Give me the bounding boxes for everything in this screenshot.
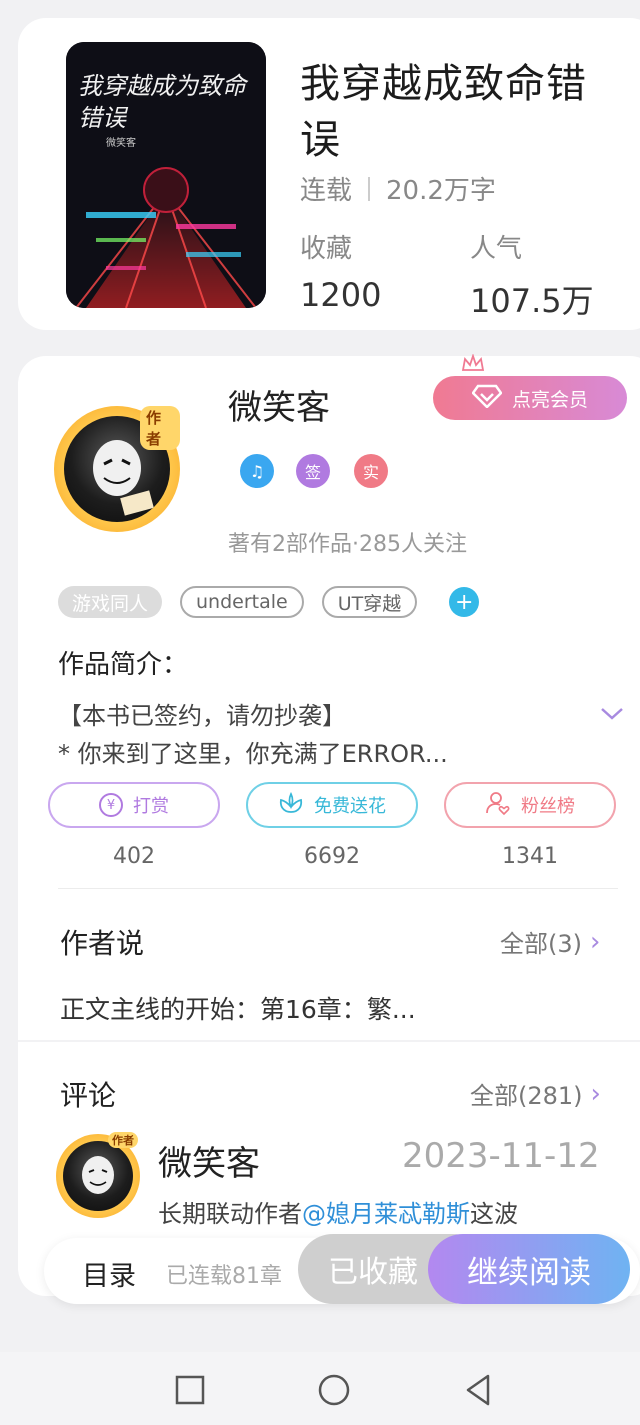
book-info-card: 我穿越成为致命错误 微笑客 我穿越成致命错误 连载 20.2万字 收藏 人气 1… [18, 18, 640, 330]
author-says-more[interactable]: 全部(3) › [500, 924, 600, 959]
table-of-contents-button[interactable]: 目录 [82, 1254, 136, 1293]
author-says-more-label: 全部(3) [500, 930, 582, 958]
tip-count: 402 [113, 844, 155, 869]
comment-mention-link[interactable]: @媳月莱忒勒斯 [302, 1200, 470, 1228]
home-icon[interactable] [316, 1372, 352, 1408]
comment-text-part: 这波 [470, 1200, 518, 1228]
tag-ut-crossover[interactable]: UT穿越 [321, 586, 418, 618]
chevron-down-icon[interactable] [598, 704, 626, 724]
divider [58, 888, 618, 889]
music-badge-icon[interactable]: ♫ [240, 454, 274, 488]
book-status: 连载 [300, 176, 353, 206]
book-title: 我穿越成致命错误 [300, 61, 587, 163]
diamond-icon [471, 384, 503, 413]
commenter-name[interactable]: 微笑客 [158, 1136, 260, 1185]
comment-text[interactable]: 长期联动作者@媳月莱忒勒斯这波 [158, 1194, 518, 1229]
vip-button[interactable]: 点亮会员 [433, 353, 627, 420]
vip-button-label: 点亮会员 [511, 388, 588, 411]
tag-game-fanfic[interactable]: 游戏同人 [58, 586, 163, 618]
author-avatar[interactable]: 作者 [54, 406, 180, 532]
chevron-right-icon: › [590, 926, 601, 957]
favorites-label: 收藏 [300, 234, 353, 264]
favorites-value: 1200 [300, 276, 382, 314]
user-heart-icon [485, 790, 511, 821]
verified-badge-icon[interactable]: 实 [354, 454, 388, 488]
bottom-action-bar: 目录 已连载81章 已收藏 继续阅读 [44, 1234, 640, 1304]
send-flower-button[interactable]: 免费送花 [246, 782, 418, 828]
book-word-count: 20.2万字 [386, 176, 496, 206]
tag-undertale[interactable]: undertale [180, 586, 304, 618]
intro-title: 作品简介： [58, 650, 189, 680]
continue-reading-label: 继续阅读 [467, 1254, 591, 1291]
collected-button-label: 已收藏 [328, 1255, 418, 1290]
comment-text-part: 长期联动作者 [158, 1200, 302, 1228]
flower-icon [278, 791, 304, 819]
add-tag-icon[interactable]: + [449, 587, 480, 617]
chevron-right-icon: › [590, 1078, 601, 1109]
author-name[interactable]: 微笑客 [228, 380, 330, 429]
book-detail-card: 作者 微笑客 点亮会员 ♫ 签 实 著有2部作品·285人关注 游戏同人 und… [18, 353, 640, 1296]
fan-count: 1341 [502, 844, 558, 869]
tip-button-label: 打赏 [133, 796, 169, 817]
tip-button[interactable]: ¥ 打赏 [48, 782, 220, 828]
book-cover-image[interactable]: 我穿越成为致命错误 微笑客 [66, 42, 266, 308]
commenter-avatar[interactable]: 作者 [56, 1132, 140, 1218]
author-stats: 著有2部作品·285人关注 [228, 532, 467, 557]
fan-ranking-label: 粉丝榜 [521, 796, 575, 817]
intro-line-2: * 你来到了这里，你充满了ERROR... [58, 740, 448, 768]
yuan-icon: ¥ [99, 793, 123, 817]
meta-divider [368, 176, 371, 201]
author-says-text[interactable]: 正文主线的开始：第16章：繁... [60, 990, 416, 1026]
back-icon[interactable] [460, 1372, 496, 1408]
popularity-value: 107.5万 [470, 282, 594, 320]
continue-reading-button[interactable]: 继续阅读 [428, 1234, 630, 1304]
divider [18, 1040, 640, 1042]
author-tag: 作者 [140, 406, 180, 450]
author-says-title: 作者说 [60, 927, 145, 960]
comment-date: 2023-11-12 [402, 1136, 600, 1176]
cover-author-text: 微笑客 [106, 138, 136, 149]
flower-count: 6692 [304, 844, 360, 869]
comments-more[interactable]: 全部(281) › [470, 1076, 601, 1111]
popularity-label: 人气 [470, 234, 523, 264]
commenter-author-tag: 作者 [108, 1132, 138, 1148]
cover-title-text: 我穿越成为致命错误 [78, 72, 246, 132]
send-flower-label: 免费送花 [314, 796, 386, 817]
signed-badge-icon[interactable]: 签 [296, 454, 330, 488]
tag-list: 游戏同人 undertale UT穿越 + [58, 586, 480, 618]
intro-line-1: 【本书已签约，请勿抄袭】 [58, 702, 346, 730]
comments-more-label: 全部(281) [470, 1082, 583, 1110]
recent-apps-icon[interactable] [172, 1372, 208, 1408]
system-nav-bar [0, 1352, 640, 1425]
crown-icon [461, 353, 485, 379]
comments-title: 评论 [60, 1079, 117, 1112]
fan-ranking-button[interactable]: 粉丝榜 [444, 782, 616, 828]
book-meta: 连载 20.2万字 [300, 170, 496, 207]
serial-chapters-text: 已连载81章 [166, 1264, 282, 1289]
